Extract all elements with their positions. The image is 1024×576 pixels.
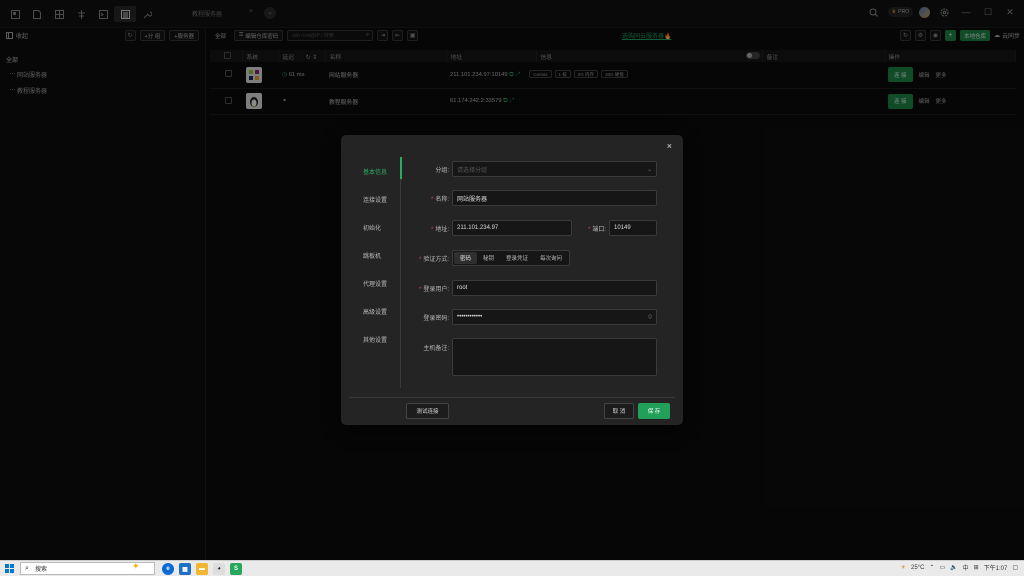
chevron-down-icon: ⌄ <box>646 166 652 173</box>
form-row-address: * 地址: 211.101.234.97 * 端口: 10149 <box>411 219 663 237</box>
password-label: 登录密码: <box>423 315 449 322</box>
weather-icon[interactable]: ☀ <box>901 564 906 571</box>
required-marker: * <box>418 286 422 293</box>
eye-off-icon[interactable]: ⦸ <box>648 314 652 321</box>
search-icon: ⌕ <box>25 565 29 572</box>
file-explorer-icon[interactable]: ▬ <box>196 563 208 575</box>
save-button[interactable]: 保 存 <box>638 403 670 419</box>
password-value: •••••••••••• <box>457 314 483 320</box>
auth-method-segmented: 密码 秘钥 登录凭证 每次询问 <box>452 250 571 266</box>
input-mode-icon[interactable]: ⊞ <box>974 564 979 571</box>
required-marker: * <box>430 226 434 233</box>
weather-text[interactable]: 25°C <box>911 565 924 571</box>
name-input[interactable]: 网站服务器 <box>452 190 657 206</box>
auth-label: * 验证方式: <box>411 254 452 263</box>
required-marker: * <box>418 256 422 263</box>
form-row-name: * 名称: 网站服务器 <box>411 189 663 207</box>
tray-expand-icon[interactable]: ⌃ <box>929 564 934 571</box>
group-select[interactable]: 请选择分组 ⌄ <box>452 161 657 177</box>
volume-icon[interactable]: 🔈 <box>950 564 957 571</box>
store-icon[interactable]: ▦ <box>179 563 191 575</box>
form-row-password: 登录密码: •••••••••••• ⦸ <box>411 308 663 326</box>
form-row-auth: * 验证方式: 密码 秘钥 登录凭证 每次询问 <box>411 249 663 267</box>
notification-icon[interactable]: ▢ <box>1012 564 1018 571</box>
auth-option-credential[interactable]: 登录凭证 <box>500 252 534 264</box>
auth-label-text: 验证方式: <box>423 256 449 263</box>
nav-proxy-settings[interactable]: 代理设置 <box>351 269 411 297</box>
ime-indicator[interactable]: 中 <box>963 563 969 572</box>
remark-label: 主机备注: <box>423 346 449 352</box>
auth-option-ask[interactable]: 每次询问 <box>534 252 568 264</box>
nav-advanced-settings[interactable]: 高级设置 <box>351 297 411 325</box>
nav-initialization[interactable]: 初始化 <box>351 213 411 241</box>
port-label: * 端口: <box>572 224 609 233</box>
form-row-user: * 登录用户: root <box>411 279 663 297</box>
qq-icon[interactable]: ◕ <box>213 563 225 575</box>
test-connection-button[interactable]: 测试连接 <box>406 403 449 419</box>
copilot-sparkle-icon[interactable]: ✦ <box>132 561 140 572</box>
port-label-text: 端口: <box>592 226 606 233</box>
dialog-footer-divider <box>349 397 675 398</box>
edit-server-dialog: × 基本信息 连接设置 初始化 跳板机 代理设置 高级设置 其他设置 分组: 请… <box>341 135 683 425</box>
group-placeholder: 请选择分组 <box>457 167 488 174</box>
taskbar-search-text: 搜索 <box>35 567 48 573</box>
cancel-button[interactable]: 取 消 <box>604 403 634 419</box>
group-label: 分组: <box>435 167 449 174</box>
user-label: * 登录用户: <box>411 284 452 293</box>
taskbar-apps: e ▦ ▬ ◕ S <box>162 563 242 575</box>
address-input[interactable]: 211.101.234.97 <box>452 220 572 236</box>
name-label: * 名称: <box>411 194 452 203</box>
windows-start-icon[interactable] <box>5 564 14 573</box>
form-row-group: 分组: 请选择分组 ⌄ <box>411 160 663 178</box>
ssh-client-icon[interactable]: S <box>230 563 242 575</box>
auth-option-key[interactable]: 秘钥 <box>477 252 500 264</box>
network-icon[interactable]: ▭ <box>939 564 945 571</box>
remark-textarea[interactable] <box>452 338 657 376</box>
windows-taskbar: ⌕ 搜索 ✦ e ▦ ▬ ◕ S ☀ 25°C ⌃ ▭ 🔈 中 ⊞ 下午1:07 … <box>0 560 1024 576</box>
dialog-close-button[interactable]: × <box>667 141 672 151</box>
dialog-nav: 基本信息 连接设置 初始化 跳板机 代理设置 高级设置 其他设置 <box>351 157 411 353</box>
nav-active-indicator <box>400 157 402 179</box>
password-input[interactable]: •••••••••••• ⦸ <box>452 309 657 325</box>
nav-divider <box>400 157 402 388</box>
system-tray: ☀ 25°C ⌃ ▭ 🔈 中 ⊞ 下午1:07 ▢ <box>901 563 1018 573</box>
nav-other-settings[interactable]: 其他设置 <box>351 325 411 353</box>
port-input[interactable]: 10149 <box>609 220 657 236</box>
user-input[interactable]: root <box>452 280 657 296</box>
form-row-remark: 主机备注: <box>411 338 663 376</box>
nav-jump-host[interactable]: 跳板机 <box>351 241 411 269</box>
address-label-text: 地址: <box>435 226 449 233</box>
name-label-text: 名称: <box>435 196 449 203</box>
edge-browser-icon[interactable]: e <box>162 563 174 575</box>
required-marker: * <box>587 226 591 233</box>
auth-option-password[interactable]: 密码 <box>454 252 478 264</box>
address-label: * 地址: <box>411 224 452 233</box>
user-label-text: 登录用户: <box>423 286 449 293</box>
clock[interactable]: 下午1:07 <box>984 563 1008 572</box>
nav-connection-settings[interactable]: 连接设置 <box>351 185 411 213</box>
required-marker: * <box>430 196 434 203</box>
nav-basic-info[interactable]: 基本信息 <box>351 157 411 185</box>
